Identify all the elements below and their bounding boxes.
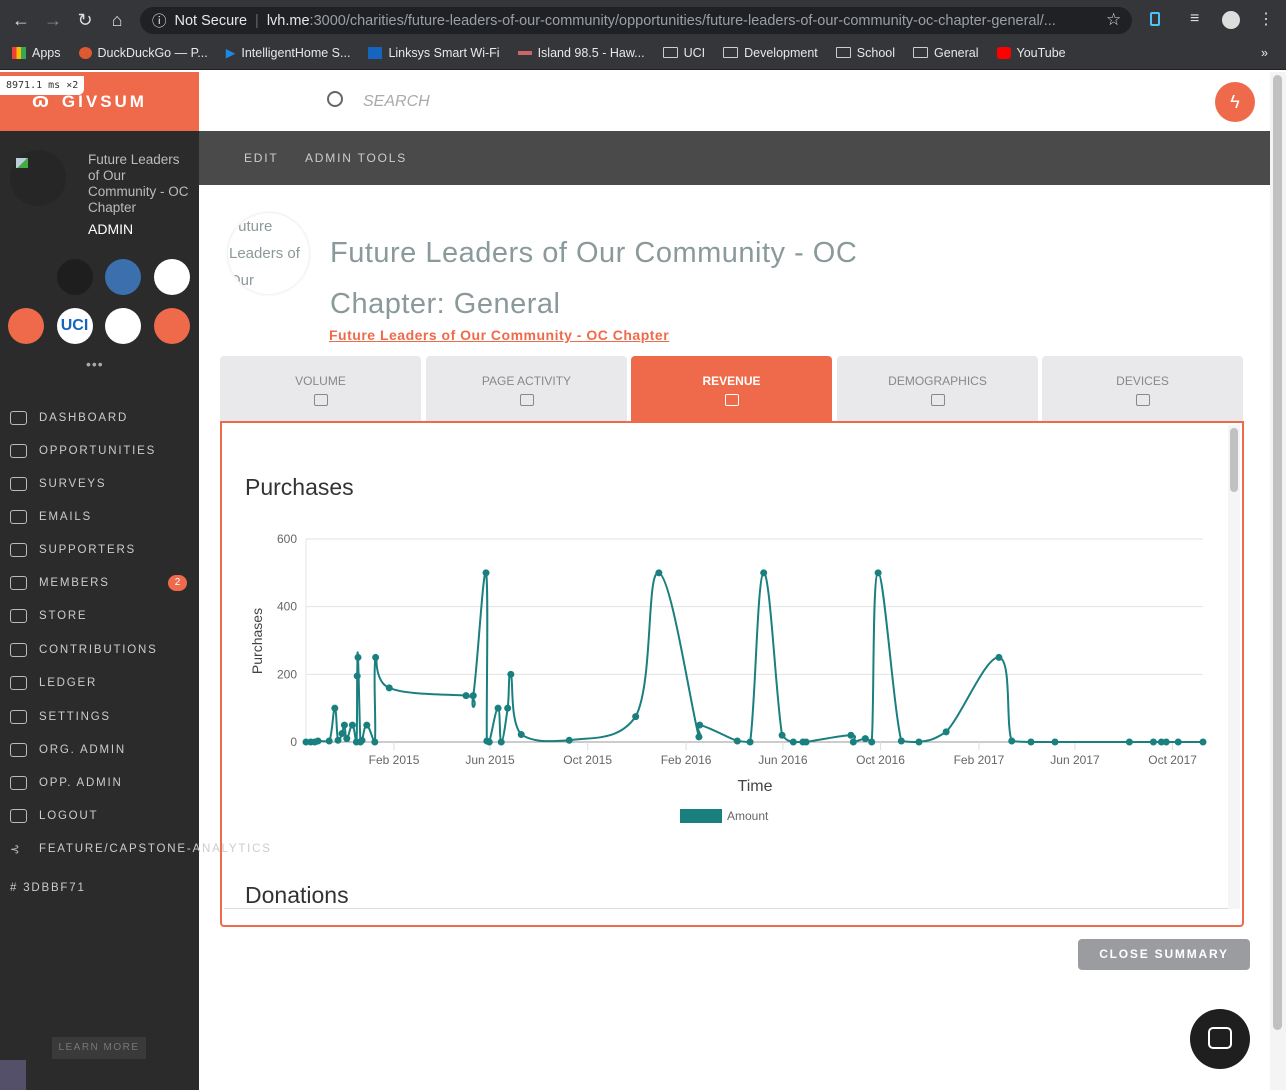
data-point[interactable] — [462, 692, 470, 700]
data-point[interactable] — [517, 731, 525, 739]
data-point[interactable] — [371, 738, 379, 746]
data-point[interactable] — [325, 737, 333, 745]
data-point[interactable] — [482, 569, 490, 577]
data-point[interactable] — [696, 721, 704, 729]
data-point[interactable] — [1027, 738, 1035, 746]
data-point[interactable] — [1162, 738, 1170, 746]
data-point[interactable] — [915, 738, 923, 746]
close-summary-button[interactable]: CLOSE SUMMARY — [1078, 939, 1250, 970]
data-point[interactable] — [507, 670, 515, 678]
data-point[interactable] — [847, 731, 855, 739]
data-point[interactable] — [1149, 738, 1157, 746]
data-point[interactable] — [353, 672, 361, 680]
data-point[interactable] — [789, 738, 797, 746]
data-point[interactable] — [778, 731, 786, 739]
data-point[interactable] — [363, 721, 371, 729]
data-point[interactable] — [695, 733, 703, 741]
x-tick-label: Feb 2016 — [661, 753, 712, 767]
y-tick-label: 600 — [277, 532, 297, 546]
data-point[interactable] — [760, 569, 768, 577]
x-tick-label: Feb 2017 — [954, 753, 1005, 767]
data-point[interactable] — [655, 569, 663, 577]
data-point[interactable] — [354, 653, 362, 661]
data-point[interactable] — [1008, 737, 1016, 745]
y-tick-label: 400 — [277, 600, 297, 614]
x-tick-label: Feb 2015 — [369, 753, 420, 767]
data-point[interactable] — [565, 736, 573, 744]
data-point[interactable] — [331, 704, 339, 712]
data-point[interactable] — [897, 737, 905, 745]
data-point[interactable] — [338, 730, 346, 738]
data-point[interactable] — [868, 738, 876, 746]
data-point[interactable] — [861, 735, 869, 743]
data-point[interactable] — [340, 721, 348, 729]
y-axis-label: Purchases — [249, 608, 265, 674]
data-point[interactable] — [1125, 738, 1133, 746]
data-point[interactable] — [995, 653, 1003, 661]
data-point[interactable] — [494, 704, 502, 712]
data-point[interactable] — [334, 736, 342, 744]
y-tick-label: 200 — [277, 667, 297, 681]
x-tick-label: Oct 2016 — [856, 753, 905, 767]
x-axis-label: Time — [738, 778, 773, 795]
y-tick-label: 0 — [290, 735, 297, 749]
x-tick-label: Jun 2015 — [465, 753, 515, 767]
data-point[interactable] — [802, 738, 810, 746]
data-point[interactable] — [849, 738, 857, 746]
data-point[interactable] — [469, 692, 477, 700]
data-point[interactable] — [497, 738, 505, 746]
data-point[interactable] — [348, 721, 356, 729]
data-point[interactable] — [874, 569, 882, 577]
legend-swatch[interactable] — [680, 809, 722, 823]
x-tick-label: Jun 2017 — [1050, 753, 1100, 767]
series-line-amount — [305, 571, 1203, 744]
data-point[interactable] — [385, 684, 393, 692]
data-point[interactable] — [632, 713, 640, 721]
data-point[interactable] — [1174, 738, 1182, 746]
data-point[interactable] — [485, 738, 493, 746]
x-tick-label: Jun 2016 — [758, 753, 808, 767]
purchases-chart: Purchases Time 0 200 400 600 Feb 2015 Jun 201… — [249, 532, 1207, 823]
data-point[interactable] — [504, 704, 512, 712]
data-point[interactable] — [314, 737, 322, 745]
chat-icon — [1208, 1027, 1232, 1049]
data-point[interactable] — [343, 735, 351, 743]
x-tick-label: Oct 2017 — [1148, 753, 1197, 767]
data-point[interactable] — [358, 736, 366, 744]
data-point[interactable] — [1051, 738, 1059, 746]
data-point[interactable] — [1199, 738, 1207, 746]
x-tick-label: Oct 2015 — [563, 753, 612, 767]
legend-label[interactable]: Amount — [727, 809, 769, 823]
data-point[interactable] — [372, 653, 380, 661]
data-point[interactable] — [733, 737, 741, 745]
data-point[interactable] — [942, 728, 950, 736]
data-point[interactable] — [746, 738, 754, 746]
chat-launcher-button[interactable] — [1190, 1009, 1250, 1069]
